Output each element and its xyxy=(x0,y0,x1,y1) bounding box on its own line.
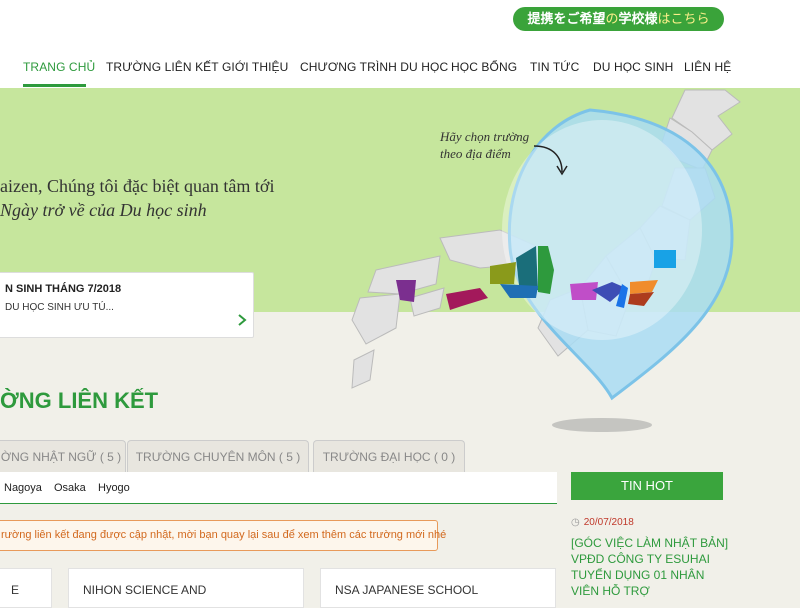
update-notice: rường liên kết đang được cập nhật, mời b… xyxy=(0,520,446,551)
region-west-2[interactable] xyxy=(446,288,488,310)
filter-osaka[interactable]: Osaka xyxy=(54,482,86,494)
news-card-title: N SINH THÁNG 7/2018 xyxy=(5,283,122,295)
nav-partner-schools[interactable]: TRƯỜNG LIÊN KẾT xyxy=(106,60,219,74)
japan-map[interactable] xyxy=(340,88,800,448)
filter-hyogo[interactable]: Hyogo xyxy=(98,482,130,494)
nav-scholarship[interactable]: HỌC BỔNG xyxy=(451,60,517,74)
tab-universities[interactable]: TRƯỜNG ĐẠI HỌC ( 0 ) xyxy=(313,440,465,472)
nav-home[interactable]: TRANG CHỦ xyxy=(23,60,95,74)
nav-study-abroad-program[interactable]: CHƯƠNG TRÌNH DU HỌC xyxy=(300,60,448,74)
region-tohoku[interactable] xyxy=(654,250,676,268)
news-card-subtitle: DU HỌC SINH ƯU TÚ... xyxy=(5,302,114,313)
nav-about[interactable]: GIỚI THIỆU xyxy=(222,60,288,74)
map-hint: Hãy chọn trường theo địa điểm xyxy=(440,128,529,162)
partner-text-4: はこちら xyxy=(657,11,710,26)
main-nav: TRANG CHỦ TRƯỜNG LIÊN KẾT GIỚI THIỆU CHƯ… xyxy=(0,56,800,88)
partner-text-3: 学校様 xyxy=(618,11,658,26)
tin-hot-header: TIN HOT xyxy=(571,472,723,500)
hot-news-date-text: 20/07/2018 xyxy=(583,517,634,528)
location-filter-bar: Nagoya Osaka Hyogo xyxy=(0,472,557,504)
hero-news-card[interactable]: N SINH THÁNG 7/2018 DU HỌC SINH ƯU TÚ... xyxy=(0,272,254,338)
map-pin-shadow xyxy=(552,418,652,432)
hot-news-date: ◷ 20/07/2018 xyxy=(571,517,634,528)
map-hint-line-1: Hãy chọn trường xyxy=(440,129,530,144)
filter-nagoya[interactable]: Nagoya xyxy=(4,482,42,494)
tab-vocational-schools[interactable]: TRƯỜNG CHUYÊN MÔN ( 5 ) xyxy=(127,440,309,472)
hot-news-title[interactable]: [GÓC VIỆC LÀM NHẬT BẢN] VPĐD CÔNG TY ESU… xyxy=(571,535,731,599)
nav-news[interactable]: TIN TỨC xyxy=(530,60,579,74)
active-nav-underline xyxy=(23,84,86,87)
partner-school-button[interactable]: 提携をご希望の学校様はこちら xyxy=(513,7,724,31)
map-hint-line-2: theo địa điểm xyxy=(440,146,511,161)
tab-japanese-language-schools[interactable]: ỜNG NHẬT NGỮ ( 5 ) xyxy=(0,440,126,472)
partner-text-1: 提携をご希望 xyxy=(527,11,606,26)
region-central-4[interactable] xyxy=(500,284,538,298)
partner-schools-title: ỜNG LIÊN KẾT xyxy=(0,388,159,413)
chevron-right-icon[interactable] xyxy=(235,313,249,327)
school-card[interactable]: NIHON SCIENCE AND xyxy=(68,568,304,608)
partner-text-2: の xyxy=(605,11,619,26)
nav-contact[interactable]: LIÊN HỆ xyxy=(684,60,731,74)
nav-students[interactable]: DU HỌC SINH xyxy=(593,60,673,74)
hero-tagline-1: aizen, Chúng tôi đặc biệt quan tâm tới xyxy=(0,176,275,196)
school-card[interactable]: NSA JAPANESE SCHOOL xyxy=(320,568,556,608)
school-card[interactable]: E xyxy=(0,568,52,608)
hero-tagline-2: Ngày trở về của Du học sinh xyxy=(0,200,207,220)
clock-icon: ◷ xyxy=(571,517,580,528)
map-pin-highlight xyxy=(502,120,702,340)
